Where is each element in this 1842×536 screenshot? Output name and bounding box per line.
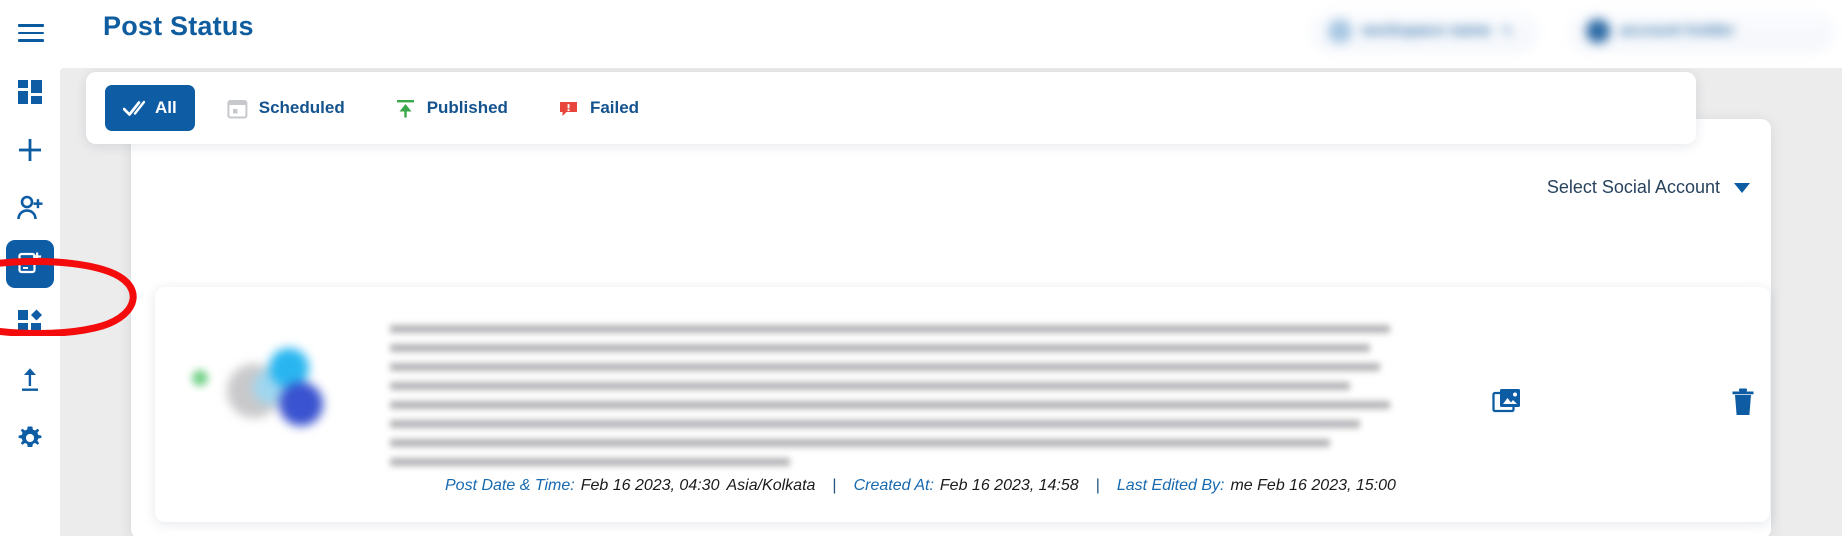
workspace-avatar bbox=[1328, 19, 1352, 43]
add-user-icon bbox=[16, 195, 44, 221]
status-badge bbox=[192, 370, 208, 386]
upload-arrow-icon bbox=[395, 97, 417, 119]
sidebar-item-add-user[interactable] bbox=[6, 184, 54, 232]
tab-scheduled[interactable]: Scheduled bbox=[209, 85, 363, 131]
sidebar-item-upload[interactable] bbox=[6, 356, 54, 404]
sidebar bbox=[0, 0, 60, 536]
sidebar-item-post-status[interactable] bbox=[6, 240, 54, 288]
meta-separator: | bbox=[832, 477, 837, 494]
status-tab-bar: All Scheduled Published Failed bbox=[86, 72, 1696, 144]
hamburger-icon[interactable] bbox=[18, 18, 48, 48]
sidebar-item-dashboard[interactable] bbox=[6, 68, 54, 116]
tab-published[interactable]: Published bbox=[377, 85, 526, 131]
avatar bbox=[1586, 19, 1610, 43]
user-chip[interactable]: account holder bbox=[1568, 10, 1836, 52]
tab-all[interactable]: All bbox=[105, 85, 195, 131]
post-meta: Post Date & Time: Feb 16 2023, 04:30 Asi… bbox=[445, 477, 1396, 495]
apps-grid-icon bbox=[17, 309, 43, 335]
chevron-down-icon[interactable] bbox=[1734, 182, 1750, 193]
tab-failed[interactable]: Failed bbox=[540, 85, 657, 131]
sidebar-item-create[interactable] bbox=[6, 126, 54, 174]
gear-icon bbox=[17, 425, 43, 451]
sidebar-item-settings[interactable] bbox=[6, 414, 54, 462]
sidebar-item-apps[interactable] bbox=[6, 298, 54, 346]
last-edited-value: me Feb 16 2023, 15:00 bbox=[1230, 477, 1396, 494]
last-edited-label: Last Edited By: bbox=[1116, 477, 1225, 494]
tab-all-label: All bbox=[155, 98, 177, 117]
post-status-icon bbox=[17, 251, 43, 277]
post-timezone: Asia/Kolkata bbox=[726, 477, 816, 494]
trash-icon[interactable] bbox=[1723, 382, 1763, 422]
page-title: Post Status bbox=[103, 11, 254, 41]
avatar bbox=[223, 342, 333, 432]
user-name: account holder bbox=[1620, 22, 1735, 39]
post-date-label: Post Date & Time: bbox=[445, 477, 575, 494]
meta-separator: | bbox=[1095, 477, 1100, 494]
created-at-value: Feb 16 2023, 14:58 bbox=[939, 477, 1079, 494]
media-icon[interactable] bbox=[1487, 382, 1527, 422]
select-social-account-dropdown[interactable]: Select Social Account bbox=[1547, 177, 1750, 198]
post-content-redacted bbox=[390, 325, 1390, 477]
upload-icon bbox=[18, 367, 42, 393]
workspace-name: workspace name bbox=[1362, 22, 1491, 39]
plus-icon bbox=[17, 137, 43, 163]
top-bar: Post Status workspace name ✎ account hol… bbox=[0, 0, 1842, 68]
post-date-value: Feb 16 2023, 04:30 bbox=[580, 477, 720, 494]
select-social-account-label: Select Social Account bbox=[1546, 177, 1720, 197]
calendar-icon bbox=[227, 97, 249, 119]
tab-failed-label: Failed bbox=[589, 98, 640, 117]
created-at-label: Created At: bbox=[853, 477, 934, 494]
pencil-icon[interactable]: ✎ bbox=[1501, 22, 1514, 40]
workspace-chip[interactable]: workspace name ✎ bbox=[1310, 10, 1540, 52]
alert-comment-icon bbox=[558, 97, 580, 119]
post-card[interactable]: Post Date & Time: Feb 16 2023, 04:30 Asi… bbox=[155, 287, 1770, 522]
dashboard-grid-icon bbox=[17, 79, 43, 105]
tab-published-label: Published bbox=[426, 98, 508, 117]
double-check-icon bbox=[123, 97, 145, 119]
app-root: Post Status workspace name ✎ account hol… bbox=[0, 0, 1842, 536]
tab-scheduled-label: Scheduled bbox=[258, 98, 345, 117]
